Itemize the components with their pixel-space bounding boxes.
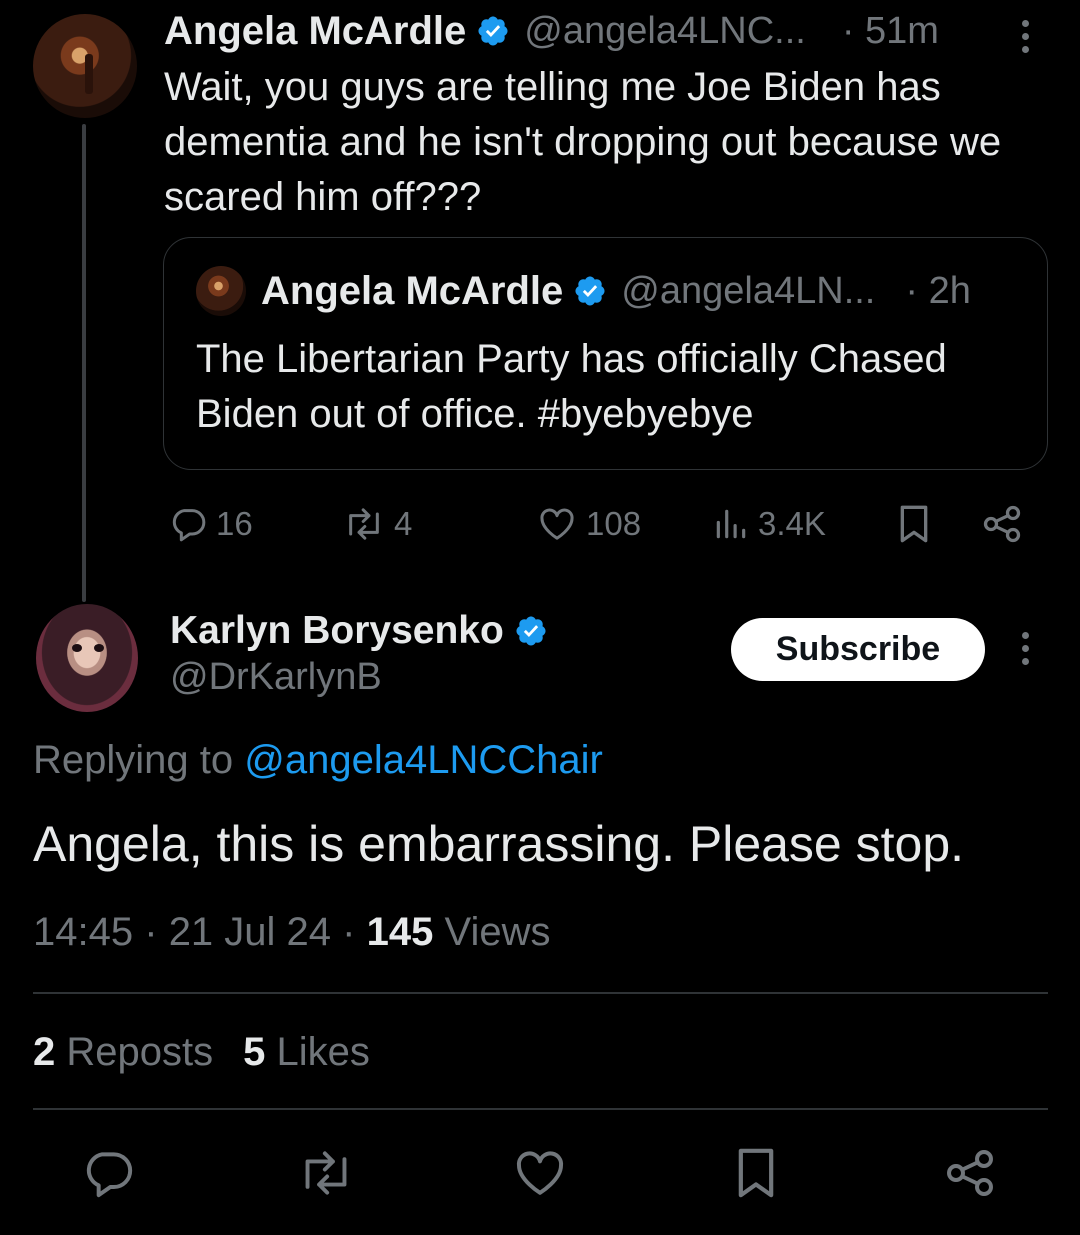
bookmark-icon[interactable] bbox=[728, 1145, 784, 1201]
tweet-time: · 2h bbox=[905, 269, 971, 312]
views-count: 3.4K bbox=[758, 505, 826, 542]
views-icon bbox=[716, 509, 746, 539]
views-button[interactable]: 3.4K bbox=[712, 498, 826, 550]
replying-to-label: Replying to bbox=[33, 738, 234, 782]
tweet-thread: Angela McArdle @angela4LNC... · 51m Wait… bbox=[0, 0, 1080, 1235]
reply-count: 16 bbox=[216, 505, 253, 542]
verified-badge-icon bbox=[575, 276, 605, 306]
reply-tweet-text: Angela, this is embarrassing. Please sto… bbox=[33, 816, 965, 872]
tweet-date[interactable]: 21 Jul 24 bbox=[169, 910, 331, 954]
likes-count: 5 bbox=[243, 1030, 266, 1074]
avatar[interactable] bbox=[36, 604, 138, 712]
avatar[interactable] bbox=[33, 14, 137, 118]
likes-label: Likes bbox=[276, 1030, 370, 1074]
author-handle[interactable]: @DrKarlynB bbox=[170, 656, 382, 699]
views-count: 145 bbox=[366, 910, 434, 954]
like-icon[interactable] bbox=[512, 1145, 568, 1201]
reposts-stat[interactable]: 2 Reposts bbox=[33, 1030, 213, 1074]
repost-button[interactable]: 4 bbox=[342, 498, 412, 550]
divider bbox=[33, 992, 1048, 994]
thread-connector-line bbox=[82, 124, 86, 602]
reply-author-row: Karlyn Borysenko bbox=[170, 606, 548, 656]
author-handle: @angela4LN... bbox=[621, 269, 876, 312]
replying-to-line: Replying to @angela4LNCChair bbox=[33, 738, 603, 783]
verified-badge-icon bbox=[516, 616, 546, 646]
reposts-label: Reposts bbox=[66, 1030, 214, 1074]
quote-tweet-text: The Libertarian Party has officially Cha… bbox=[196, 337, 947, 436]
reply-icon[interactable] bbox=[80, 1145, 136, 1201]
quote-tweet-header: Angela McArdle @angela4LN... · 2h bbox=[196, 266, 971, 316]
reply-button[interactable]: 16 bbox=[168, 498, 253, 550]
share-icon[interactable] bbox=[980, 502, 1024, 546]
share-icon[interactable] bbox=[942, 1145, 998, 1201]
repost-count: 4 bbox=[394, 505, 413, 542]
tweet-text: Wait, you guys are telling me Joe Biden … bbox=[164, 65, 1002, 219]
divider bbox=[33, 1108, 1048, 1110]
verified-badge-icon bbox=[478, 16, 508, 46]
repost-icon bbox=[349, 508, 379, 540]
tweet-time[interactable]: 14:45 bbox=[33, 910, 133, 954]
quote-tweet-card[interactable]: Angela McArdle @angela4LN... · 2h The Li… bbox=[163, 237, 1048, 470]
like-button[interactable]: 108 bbox=[536, 498, 641, 550]
tweet-time[interactable]: · 51m bbox=[842, 10, 939, 53]
like-count: 108 bbox=[586, 505, 642, 542]
author-name[interactable]: Karlyn Borysenko bbox=[170, 609, 504, 653]
more-options-icon[interactable] bbox=[1022, 632, 1032, 665]
separator-dot: · bbox=[342, 910, 356, 954]
views-label: Views bbox=[444, 910, 551, 954]
author-name: Angela McArdle bbox=[261, 268, 564, 313]
like-icon bbox=[540, 508, 574, 540]
reposts-count: 2 bbox=[33, 1030, 56, 1074]
likes-stat[interactable]: 5 Likes bbox=[243, 1030, 370, 1074]
replying-to-link[interactable]: @angela4LNCChair bbox=[244, 738, 603, 782]
parent-tweet-header: Angela McArdle @angela4LNC... · 51m bbox=[164, 6, 1044, 56]
author-name[interactable]: Angela McArdle bbox=[164, 9, 466, 54]
bookmark-icon[interactable] bbox=[894, 502, 934, 546]
subscribe-button[interactable]: Subscribe bbox=[731, 618, 985, 681]
reply-icon bbox=[172, 509, 206, 542]
tweet-metadata: 14:45 · 21 Jul 24 · 145 Views bbox=[33, 910, 550, 955]
separator-dot: · bbox=[144, 910, 158, 954]
avatar bbox=[196, 266, 246, 316]
author-handle[interactable]: @angela4LNC... bbox=[524, 10, 806, 53]
more-options-icon[interactable] bbox=[1022, 20, 1032, 53]
engagement-stats: 2 Reposts 5 Likes bbox=[33, 1030, 370, 1075]
repost-icon[interactable] bbox=[296, 1145, 356, 1201]
